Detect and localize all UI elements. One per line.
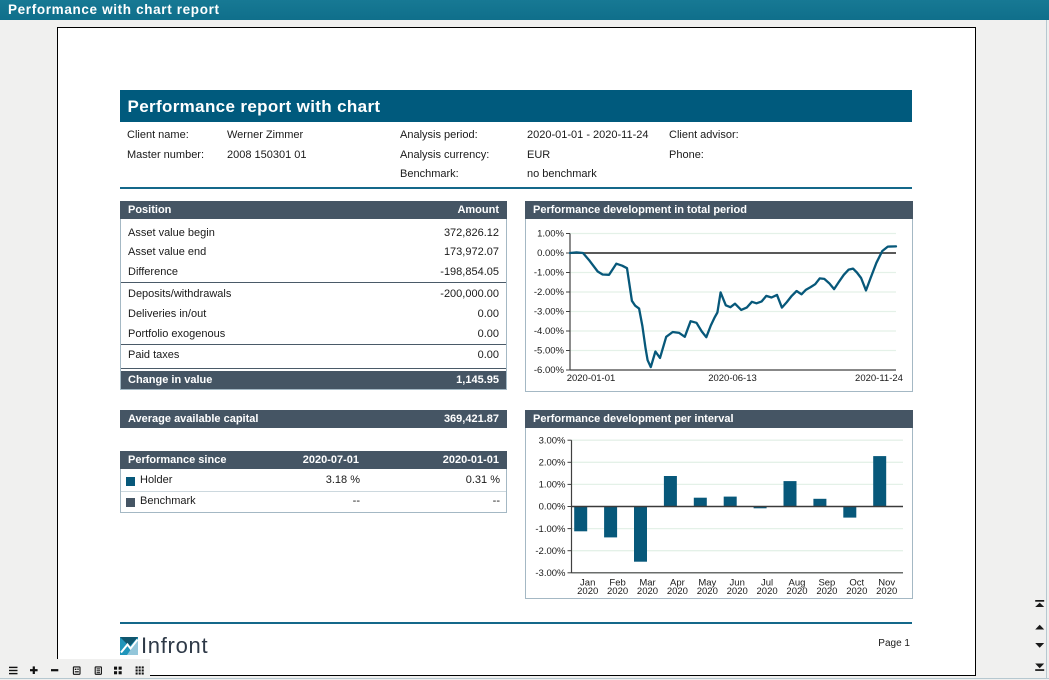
- svg-text:-1.00%: -1.00%: [535, 524, 566, 535]
- svg-text:2.00%: 2.00%: [539, 458, 566, 469]
- svg-text:2020: 2020: [697, 586, 718, 597]
- svg-text:-4.00%: -4.00%: [534, 326, 565, 337]
- svg-text:2020-01-01: 2020-01-01: [567, 373, 616, 384]
- svg-text:-2.00%: -2.00%: [535, 546, 566, 557]
- svg-text:2020: 2020: [846, 586, 867, 597]
- svg-text:-2.00%: -2.00%: [534, 287, 565, 298]
- svg-text:0.00%: 0.00%: [539, 502, 566, 513]
- svg-text:1.00%: 1.00%: [537, 229, 564, 240]
- svg-text:2020: 2020: [786, 586, 807, 597]
- svg-text:2020: 2020: [816, 586, 837, 597]
- svg-text:2020: 2020: [727, 586, 748, 597]
- svg-text:2020: 2020: [876, 586, 897, 597]
- svg-text:1.00%: 1.00%: [539, 480, 566, 491]
- svg-text:2020: 2020: [667, 586, 688, 597]
- svg-text:2020: 2020: [637, 586, 658, 597]
- svg-text:-3.00%: -3.00%: [534, 307, 565, 318]
- svg-text:-1.00%: -1.00%: [534, 268, 565, 279]
- svg-text:-5.00%: -5.00%: [534, 346, 565, 357]
- svg-text:3.00%: 3.00%: [539, 435, 566, 446]
- svg-text:0.00%: 0.00%: [537, 248, 564, 259]
- svg-text:2020-06-13: 2020-06-13: [708, 373, 757, 384]
- svg-text:2020: 2020: [577, 586, 598, 597]
- svg-text:2020-11-24: 2020-11-24: [855, 373, 903, 384]
- svg-text:2020: 2020: [607, 586, 628, 597]
- svg-text:2020: 2020: [757, 586, 778, 597]
- svg-text:-3.00%: -3.00%: [535, 568, 566, 579]
- svg-text:-6.00%: -6.00%: [534, 365, 565, 376]
